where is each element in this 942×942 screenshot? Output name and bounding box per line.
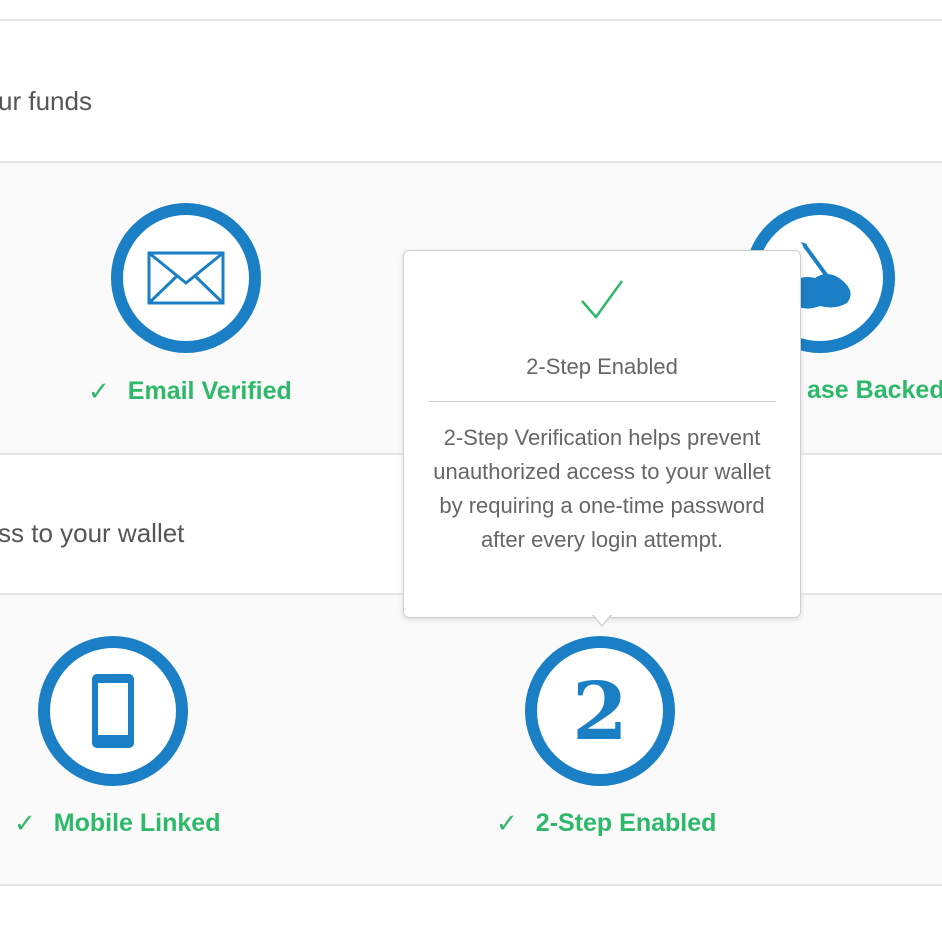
two-step-enabled-label: 2-Step Enabled xyxy=(535,809,717,837)
check-icon: ✓ xyxy=(496,808,518,838)
tooltip-divider xyxy=(429,401,776,402)
phrase-backed-label: ase Backed xyxy=(807,376,942,404)
bottom-divider xyxy=(0,884,942,886)
two-step-circle[interactable]: 2 xyxy=(525,636,675,786)
email-circle[interactable] xyxy=(111,203,261,353)
number-two-icon: 2 xyxy=(572,664,628,758)
tooltip-body: 2-Step Verification helps prevent unauth… xyxy=(433,425,771,552)
mobile-circle[interactable] xyxy=(38,636,188,786)
two-step-enabled-status: ✓ 2-Step Enabled xyxy=(496,808,716,839)
email-verified-label: Email Verified xyxy=(127,377,292,405)
mobile-linked-status: ✓ Mobile Linked xyxy=(14,808,220,839)
tooltip-title: 2-Step Enabled xyxy=(526,354,678,379)
mobile-linked-label: Mobile Linked xyxy=(53,809,221,837)
check-icon: ✓ xyxy=(14,808,36,838)
tooltip-arrow-fill xyxy=(593,614,611,625)
funds-section-heading: ur funds xyxy=(0,86,92,116)
two-step-tooltip: 2-Step Enabled 2-Step Verification helps… xyxy=(403,250,801,618)
wallet-section-heading: ss to your wallet xyxy=(0,518,185,548)
envelope-icon xyxy=(147,251,225,305)
checkmark-icon xyxy=(581,280,624,320)
email-verified-status: ✓ Email Verified xyxy=(88,376,292,407)
phrase-backed-status: ase Backed xyxy=(807,376,942,405)
phone-icon xyxy=(92,674,134,748)
top-divider xyxy=(0,19,942,21)
check-icon: ✓ xyxy=(88,376,110,406)
